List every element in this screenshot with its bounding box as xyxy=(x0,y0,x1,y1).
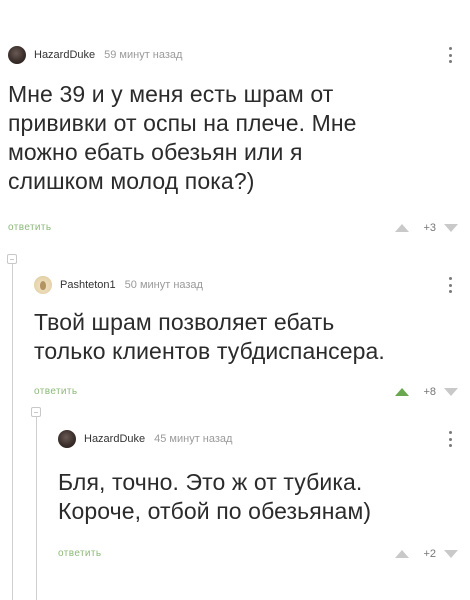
username[interactable]: HazardDuke xyxy=(34,49,95,61)
username[interactable]: HazardDuke xyxy=(84,433,145,445)
collapse-thread-button[interactable] xyxy=(7,254,17,264)
timestamp: 59 минут назад xyxy=(104,49,183,61)
timestamp: 45 минут назад xyxy=(154,433,233,445)
comment-header: Pashteton1 50 минут назад xyxy=(34,274,203,296)
comment-text-line: слишком молод пока?) xyxy=(8,168,255,194)
more-options-icon[interactable] xyxy=(448,277,452,293)
user-avatar[interactable] xyxy=(8,46,26,64)
upvote-icon[interactable] xyxy=(395,388,410,396)
user-avatar[interactable] xyxy=(34,276,52,294)
reply-button[interactable]: ответить xyxy=(8,222,52,233)
rating: +8 xyxy=(395,386,458,398)
downvote-icon[interactable] xyxy=(444,224,458,232)
comment-text-line: Мне 39 и у меня есть шрам от xyxy=(8,81,334,107)
more-options-icon[interactable] xyxy=(448,431,452,447)
rating: +2 xyxy=(395,548,458,560)
comment-text-line: прививки от оспы на плече. Мне xyxy=(8,110,357,136)
thread-indent-line xyxy=(12,264,13,600)
timestamp: 50 минут назад xyxy=(124,279,203,291)
upvote-icon[interactable] xyxy=(395,550,410,558)
rating: +3 xyxy=(395,222,458,234)
collapse-thread-button[interactable] xyxy=(31,407,41,417)
downvote-icon[interactable] xyxy=(444,550,458,558)
comment-text-line: Твой шрам позволяет ебать xyxy=(34,309,335,335)
comment-text: Твой шрам позволяет ебать только клиенто… xyxy=(34,308,464,366)
score: +3 xyxy=(423,222,436,234)
user-avatar[interactable] xyxy=(58,430,76,448)
comment-thread: HazardDuke 59 минут назад Мне 39 и у мен… xyxy=(0,0,470,600)
comment-text-line: только клиентов тубдиспансера. xyxy=(34,338,385,364)
reply-button[interactable]: ответить xyxy=(58,548,102,559)
more-options-icon[interactable] xyxy=(448,47,452,63)
comment-text: Бля, точно. Это ж от тубика. Короче, отб… xyxy=(58,468,463,526)
username[interactable]: Pashteton1 xyxy=(60,279,116,291)
thread-indent-line xyxy=(36,417,37,600)
reply-button[interactable]: ответить xyxy=(34,386,78,397)
comment-text-line: Короче, отбой по обезьянам) xyxy=(58,498,372,524)
comment-text: Мне 39 и у меня есть шрам от прививки от… xyxy=(8,80,463,196)
score: +8 xyxy=(423,386,436,398)
comment-text-line: можно ебать обезьян или я xyxy=(8,139,303,165)
downvote-icon[interactable] xyxy=(444,388,458,396)
comment-header: HazardDuke 59 минут назад xyxy=(8,44,182,66)
score: +2 xyxy=(423,548,436,560)
upvote-icon[interactable] xyxy=(395,224,410,232)
comment-text-line: Бля, точно. Это ж от тубика. xyxy=(58,469,363,495)
comment-header: HazardDuke 45 минут назад xyxy=(58,428,232,450)
